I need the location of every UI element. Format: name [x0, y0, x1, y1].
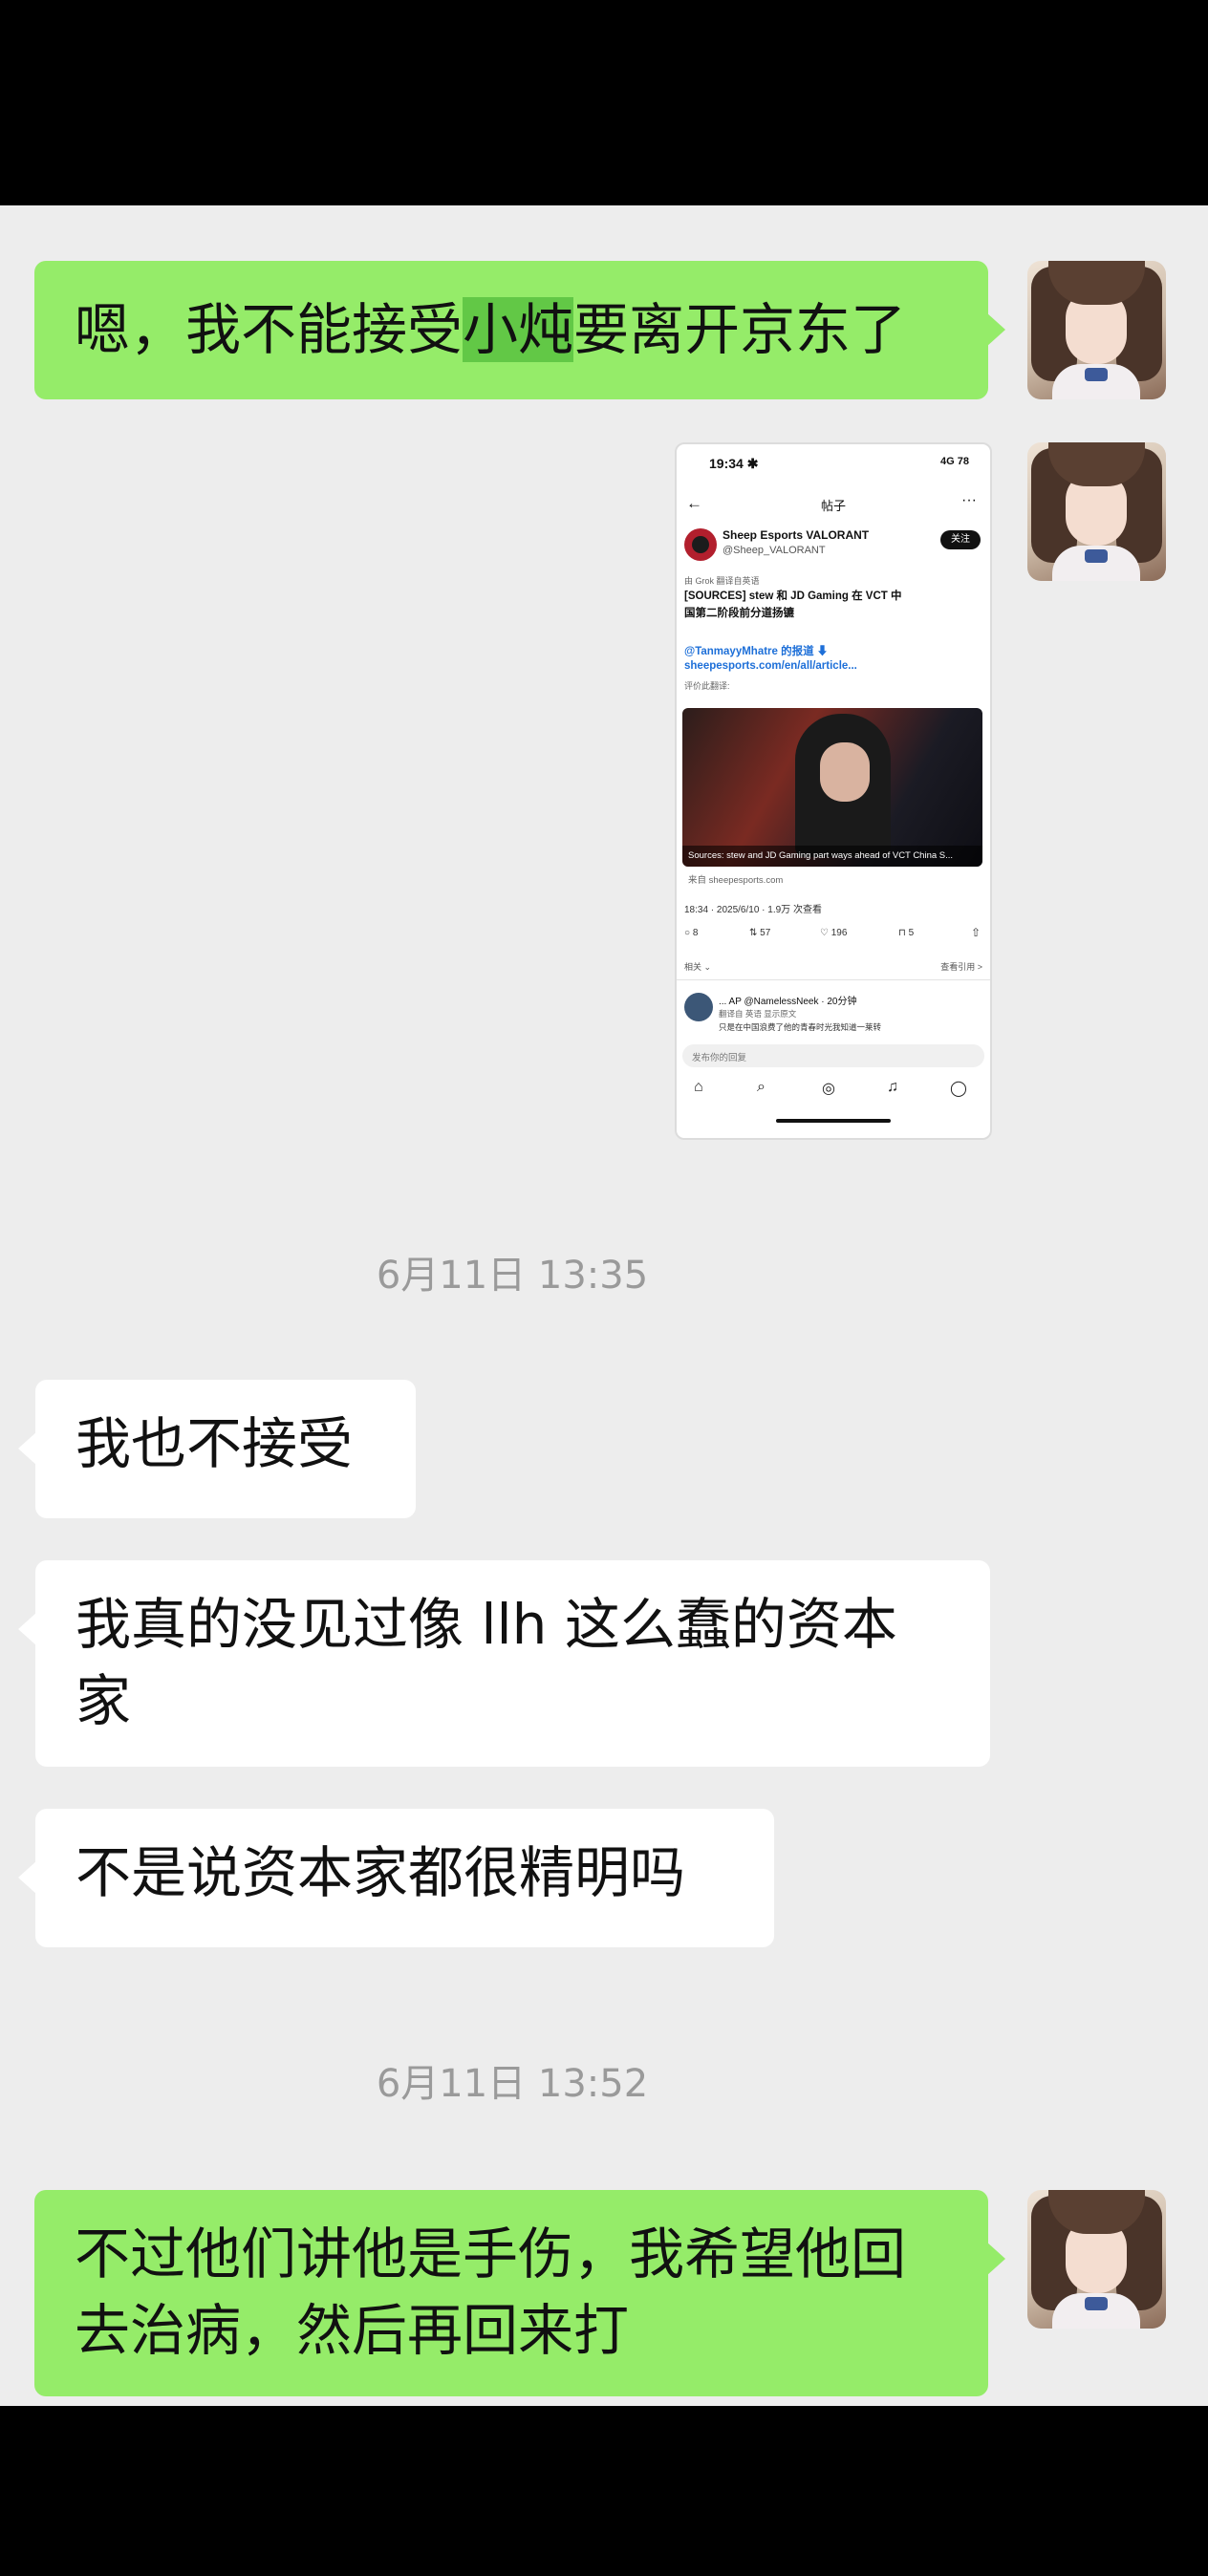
- bookmark-count: ⊓ 5: [898, 928, 915, 938]
- received-message[interactable]: 不是说资本家都很精明吗: [18, 1809, 774, 1947]
- received-message[interactable]: 我也不接受: [18, 1380, 416, 1518]
- chat-timestamp: 6月11日 13:35: [376, 1254, 649, 1298]
- source-label: 来自 sheepesports.com: [688, 875, 784, 886]
- tweet-meta: 18:34 · 2025/6/10 · 1.9万 次查看: [684, 905, 822, 915]
- message-text: 不过他们讲他是手伤，我希望他回去治病，然后再回来打: [75, 2222, 907, 2363]
- bookmark-icon: ⊓: [898, 928, 906, 938]
- heart-icon: ♡: [820, 928, 829, 938]
- retweet-count: ⇅ 57: [749, 928, 771, 938]
- share-icon: ⇧: [970, 926, 981, 939]
- reply-placeholder: 发布你的回复: [692, 1053, 747, 1063]
- retweet-icon: ⇅: [749, 928, 758, 938]
- messages-icon: ◯: [950, 1081, 967, 1097]
- reply-text: 只是在中国浪费了他的青春时光我知道一莱转: [719, 1022, 882, 1032]
- tweet-text-line: [SOURCES] stew 和 JD Gaming 在 VCT 中: [684, 590, 902, 602]
- search-icon: ⌕: [757, 1079, 766, 1095]
- top-black-bar: [0, 0, 1208, 205]
- tweet-text-line: 国第二阶段前分道扬镳: [684, 608, 794, 619]
- article-link: sheepesports.com/en/all/article...: [684, 660, 857, 672]
- reply-count: ○ 8: [684, 928, 699, 938]
- divider: [677, 979, 990, 980]
- follow-button: 关注: [940, 530, 981, 549]
- status-signal: 4G 78: [940, 456, 969, 467]
- grok-icon: ◎: [822, 1081, 835, 1097]
- home-icon: ⌂: [694, 1079, 703, 1095]
- like-count: ♡ 196: [820, 928, 848, 938]
- status-time: 19:34 ✱: [709, 456, 759, 471]
- translation-note: 由 Grok 翻译自英语: [684, 576, 760, 586]
- sent-message-1[interactable]: 嗯，我不能接受小炖要离开京东了: [34, 261, 1005, 399]
- highlighted-text: 小炖: [463, 297, 574, 362]
- reply-translate-note: 翻译自 英语 显示原文: [719, 1009, 797, 1019]
- mention-link: @TanmayyMhatre 的报道 ⬇: [684, 646, 829, 657]
- message-text: 我真的没见过像 llh 这么蠢的资本家: [76, 1592, 897, 1733]
- related-label: 相关 ⌄: [684, 962, 712, 972]
- rate-translation: 评价此翻译:: [684, 681, 730, 691]
- reply-avatar: [684, 993, 713, 1021]
- account-logo: [684, 528, 717, 561]
- account-handle: @Sheep_VALORANT: [723, 545, 826, 556]
- home-indicator: [776, 1119, 891, 1123]
- message-text: 要离开京东了: [573, 297, 907, 362]
- user-avatar[interactable]: [1027, 442, 1166, 581]
- user-avatar[interactable]: [1027, 261, 1166, 399]
- message-text: 我也不接受: [76, 1411, 354, 1476]
- received-message[interactable]: 我真的没见过像 llh 这么蠢的资本家: [18, 1560, 990, 1767]
- chat-timestamp: 6月11日 13:52: [376, 2062, 649, 2106]
- account-name: Sheep Esports VALORANT: [723, 528, 870, 542]
- sent-message[interactable]: 不过他们讲他是手伤，我希望他回去治病，然后再回来打: [34, 2190, 1005, 2396]
- user-avatar[interactable]: [1027, 2190, 1166, 2329]
- reply-icon: ○: [684, 928, 691, 938]
- more-icon: ···: [961, 492, 977, 508]
- view-quotes: 查看引用 >: [940, 962, 982, 972]
- bottom-black-bar: [0, 2406, 1208, 2576]
- shared-screenshot-image[interactable]: 19:34 ✱ 4G 78 ← 帖子 ··· Sheep Esports VAL…: [675, 442, 992, 1140]
- notifications-icon: ♫: [887, 1079, 898, 1095]
- message-text: 不是说资本家都很精明吗: [76, 1840, 686, 1905]
- post-title: 帖子: [820, 499, 846, 513]
- reply-user: ... AP @NamelessNeek · 20分钟: [719, 997, 857, 1007]
- photo-caption: Sources: stew and JD Gaming part ways ah…: [682, 846, 982, 867]
- message-text: 嗯，我不能接受: [75, 297, 464, 362]
- tweet-photo: Sources: stew and JD Gaming part ways ah…: [682, 708, 982, 867]
